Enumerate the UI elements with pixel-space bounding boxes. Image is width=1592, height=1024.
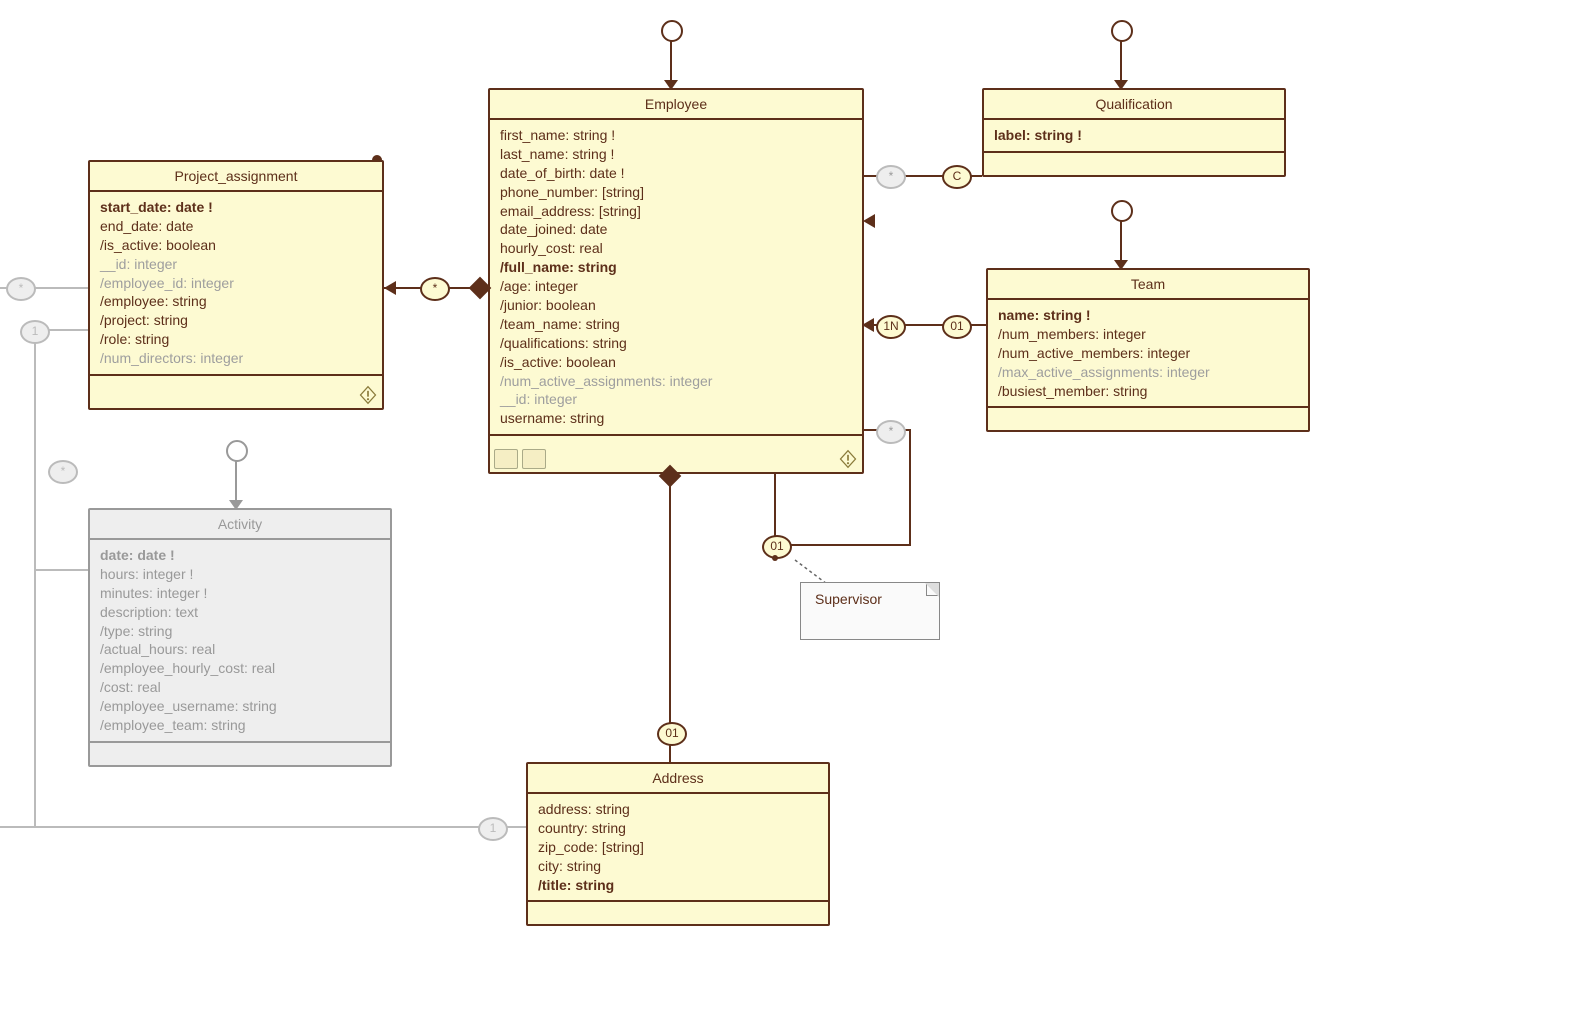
qualification-interface-lollipop: [1120, 40, 1122, 88]
class-title-project-assignment: Project_assignment: [90, 162, 382, 192]
home-icon[interactable]: [494, 449, 518, 469]
activity-attributes: date: date ! hours: integer ! minutes: i…: [90, 540, 390, 743]
class-title-qualification: Qualification: [984, 90, 1284, 120]
class-project-assignment[interactable]: Project_assignment start_date: date ! en…: [88, 160, 384, 410]
class-title-address: Address: [528, 764, 828, 794]
team-interface-lollipop: [1120, 220, 1122, 268]
class-employee[interactable]: Employee first_name: string ! last_name:…: [488, 88, 864, 474]
mult-activity-star: *: [48, 460, 78, 484]
activity-interface-lollipop: [235, 460, 237, 508]
warning-icon: [838, 449, 858, 469]
qualification-attributes: label: string !: [984, 120, 1284, 153]
class-title-activity: Activity: [90, 510, 390, 540]
self-assoc-dot: [772, 555, 778, 561]
class-team[interactable]: Team name: string ! /num_members: intege…: [986, 268, 1310, 432]
class-address[interactable]: Address address: string country: string …: [526, 762, 830, 926]
class-title-employee: Employee: [490, 90, 862, 120]
mult-emp-qual-star: *: [876, 165, 906, 189]
team-attributes: name: string ! /num_members: integer /nu…: [988, 300, 1308, 408]
note-supervisor[interactable]: Supervisor: [800, 582, 940, 640]
employee-interface-lollipop: [670, 40, 672, 88]
mult-activity-one: 1: [478, 817, 508, 841]
warning-icon: [358, 385, 378, 405]
note-label: Supervisor: [815, 591, 882, 607]
nav-arrow-qual: [863, 214, 875, 228]
mult-pa-left-star: *: [6, 277, 36, 301]
mult-emp-qual-c: C: [942, 165, 972, 189]
mult-emp-addr-01: 01: [657, 722, 687, 746]
mult-emp-team-1n: 1N: [876, 315, 906, 339]
nav-arrow-team: [862, 318, 874, 332]
employee-attributes: first_name: string ! last_name: string !…: [490, 120, 862, 436]
nav-arrow-pa: [384, 281, 396, 295]
mult-emp-team-01: 01: [942, 315, 972, 339]
mult-pa-emp-star: *: [420, 277, 450, 301]
class-title-team: Team: [988, 270, 1308, 300]
address-attributes: address: string country: string zip_code…: [528, 794, 828, 902]
project-assignment-attributes: start_date: date ! end_date: date /is_ac…: [90, 192, 382, 376]
list-icon[interactable]: [522, 449, 546, 469]
mult-pa-left-one: 1: [20, 320, 50, 344]
class-activity[interactable]: Activity date: date ! hours: integer ! m…: [88, 508, 392, 767]
mult-emp-self-star: *: [876, 420, 906, 444]
class-qualification[interactable]: Qualification label: string !: [982, 88, 1286, 177]
